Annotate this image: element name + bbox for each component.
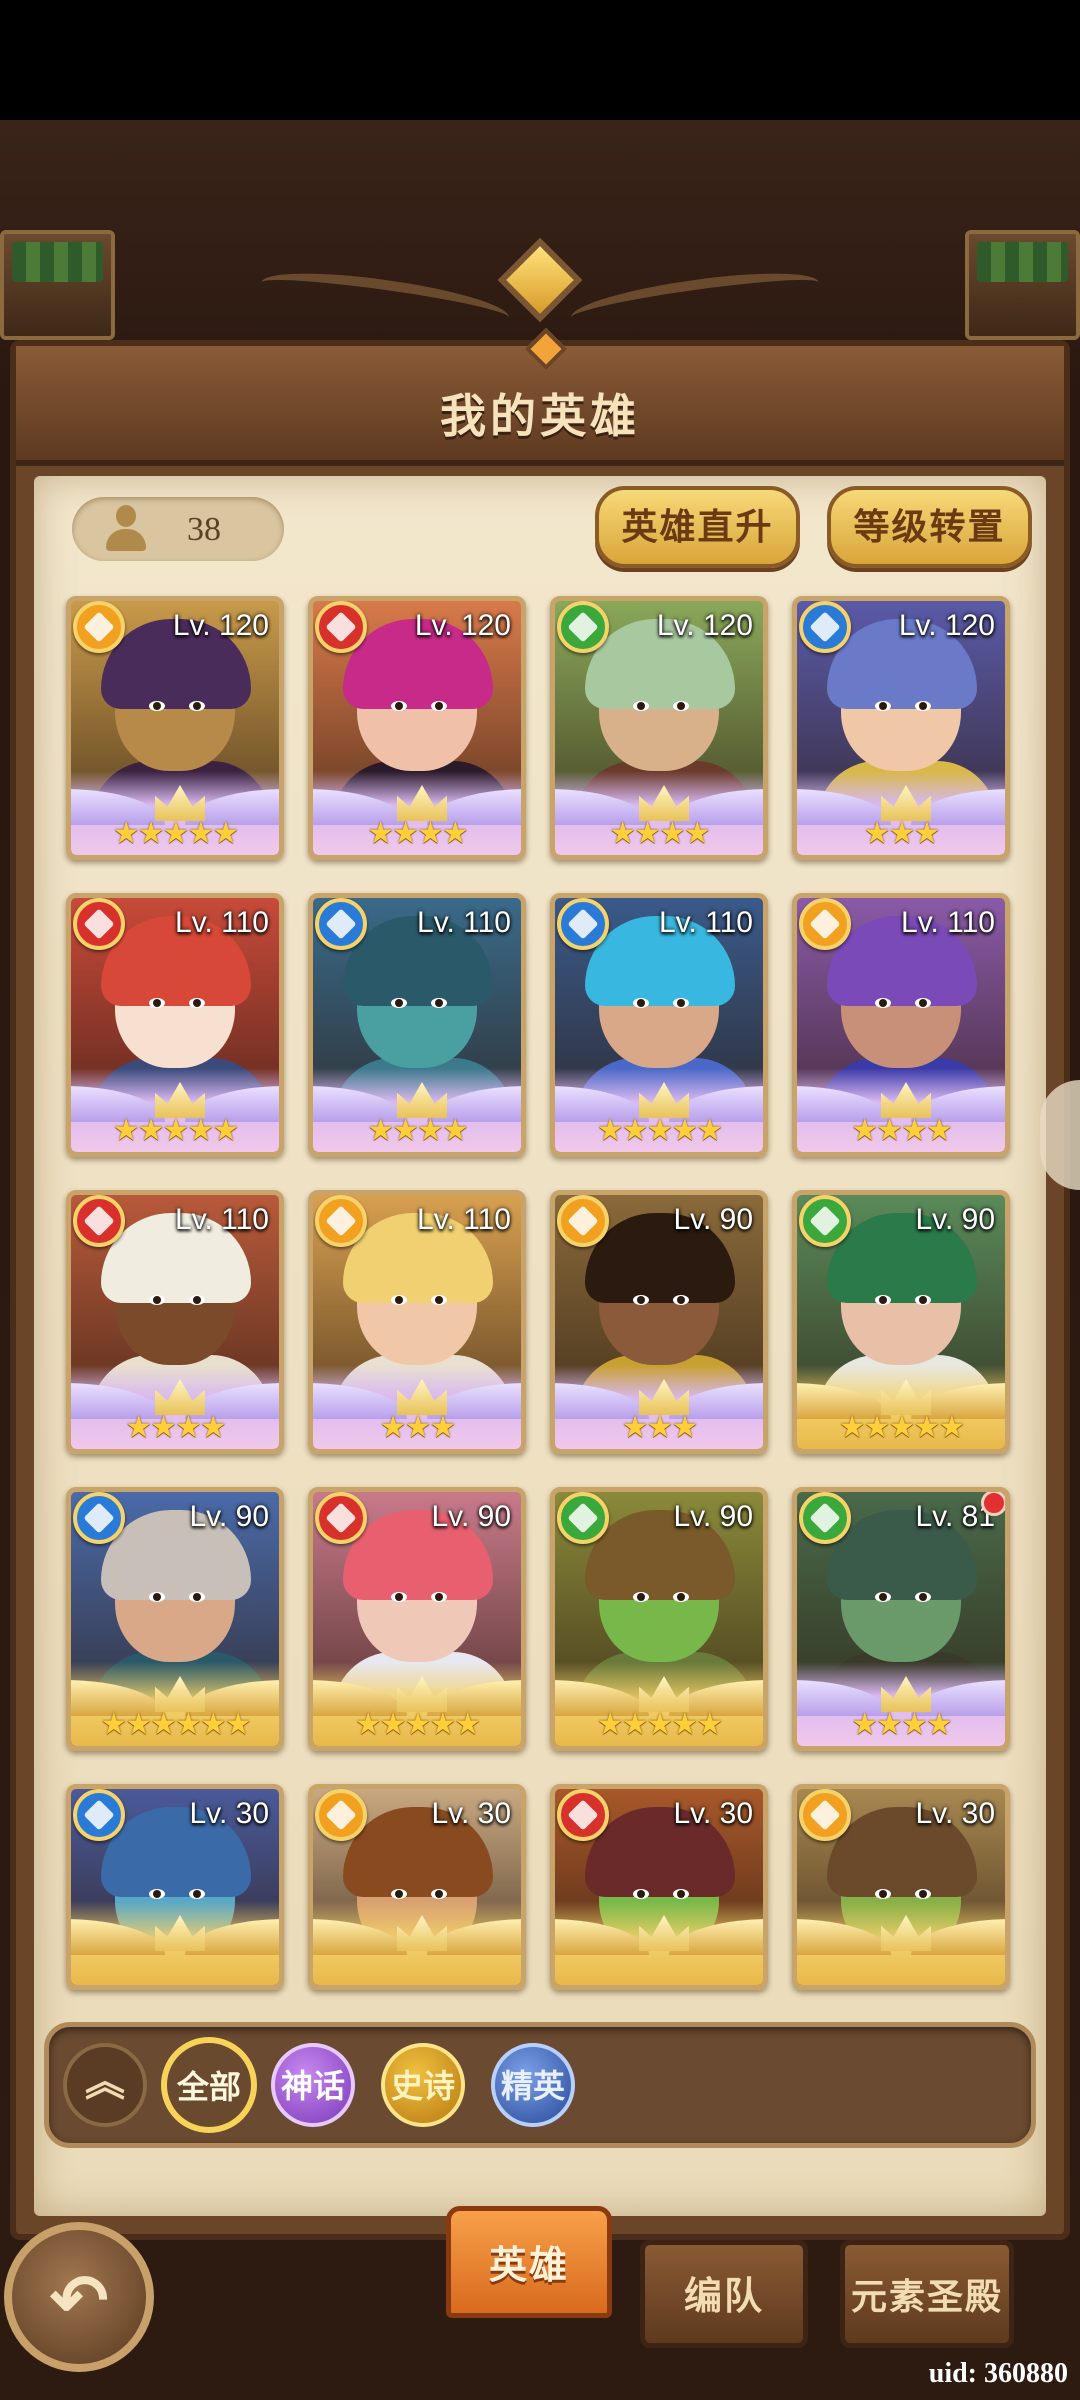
hero-level: Lv. 30 (915, 1797, 996, 1830)
hero-level: Lv. 110 (417, 906, 511, 939)
hero-count: 38 (187, 511, 221, 548)
star-rating: ★★★ (863, 817, 941, 850)
tab-team[interactable]: 编队 (640, 2240, 808, 2348)
hero-level: Lv. 90 (673, 1203, 754, 1236)
hero-card[interactable]: Lv. 30 (308, 1784, 526, 1990)
hero-level: Lv. 90 (673, 1500, 754, 1533)
water-element-icon (557, 898, 609, 950)
hero-level: Lv. 110 (659, 906, 753, 939)
star-rating: ★★★★ (367, 1114, 469, 1147)
title-bar: 我的英雄 (16, 327, 1064, 466)
hero-card[interactable]: Lv. 90 ★★★★★ (792, 1190, 1010, 1454)
hero-upgrade-button[interactable]: 英雄直升 (595, 486, 800, 568)
hero-level: Lv. 110 (417, 1203, 511, 1236)
status-bar-area (0, 0, 1080, 120)
hero-card[interactable]: Lv. 90 ★★★★★ (308, 1487, 526, 1751)
hero-level: Lv. 30 (431, 1797, 512, 1830)
hero-level: Lv. 120 (172, 609, 269, 642)
star-rating: ★★★★★ (596, 1114, 723, 1147)
hero-card[interactable]: Lv. 120 ★★★★★ (66, 596, 284, 860)
light-element-icon (799, 898, 851, 950)
water-element-icon (73, 1789, 125, 1841)
hero-count-badge: 38 (72, 497, 284, 561)
user-id: uid: 360880 (928, 2358, 1068, 2389)
light-element-icon (315, 1195, 367, 1247)
person-icon (102, 505, 150, 553)
star-rating: ★★★★ (125, 1411, 227, 1444)
tab-element-temple[interactable]: 元素圣殿 (840, 2240, 1014, 2348)
filter-mythic-button[interactable]: 神话 (271, 2043, 355, 2127)
light-element-icon (557, 1195, 609, 1247)
fire-element-icon (557, 1789, 609, 1841)
star-rating: ★★★★★ (354, 1708, 481, 1741)
collapse-chevrons-icon[interactable]: ︽ (63, 2043, 147, 2127)
star-rating: ★★★★ (851, 1708, 953, 1741)
hero-card[interactable]: Lv. 90 ★★★ (550, 1190, 768, 1454)
star-rating: ★★★★★ (112, 817, 239, 850)
hero-level: Lv. 120 (898, 609, 995, 642)
right-pillar-decoration (965, 230, 1080, 340)
hero-card[interactable]: Lv. 81 ★★★★ (792, 1487, 1010, 1751)
hero-level: Lv. 110 (175, 906, 269, 939)
back-arrow-icon: ↶ (50, 2261, 109, 2339)
hero-card[interactable]: Lv. 120 ★★★ (792, 596, 1010, 860)
fire-element-icon (73, 1195, 125, 1247)
hero-level: Lv. 30 (673, 1797, 754, 1830)
star-rating: ★★★★ (609, 817, 711, 850)
water-element-icon (799, 601, 851, 653)
level-transfer-button[interactable]: 等级转置 (827, 486, 1032, 568)
nature-element-icon (557, 1492, 609, 1544)
star-rating: ★★★★ (851, 1114, 953, 1147)
rarity-filter-bar: ︽ 全部 神话 史诗 精英 (44, 2022, 1036, 2148)
filter-elite-button[interactable]: 精英 (491, 2043, 575, 2127)
star-rating: ★★★★★ (112, 1114, 239, 1147)
hero-card[interactable]: Lv. 110 ★★★★ (792, 893, 1010, 1157)
page-title: 我的英雄 (440, 390, 640, 442)
light-element-icon (315, 1789, 367, 1841)
light-element-icon (799, 1789, 851, 1841)
hero-card[interactable]: Lv. 30 (66, 1784, 284, 1990)
water-element-icon (315, 898, 367, 950)
fire-element-icon (315, 601, 367, 653)
star-rating: ★★★★★★ (100, 1708, 251, 1741)
water-element-icon (73, 1492, 125, 1544)
hero-card[interactable]: Lv. 90 ★★★★★ (550, 1487, 768, 1751)
nature-element-icon (799, 1492, 851, 1544)
hero-level: Lv. 110 (175, 1203, 269, 1236)
hero-level: Lv. 30 (189, 1797, 270, 1830)
star-rating: ★★★★★ (596, 1708, 723, 1741)
tab-hero[interactable]: 英雄 (446, 2206, 612, 2318)
hero-card[interactable]: Lv. 110 ★★★★ (66, 1190, 284, 1454)
fire-element-icon (315, 1492, 367, 1544)
star-rating: ★★★ (621, 1411, 699, 1444)
star-rating: ★★★★ (367, 817, 469, 850)
hero-card[interactable]: Lv. 120 ★★★★ (308, 596, 526, 860)
hero-level: Lv. 90 (431, 1500, 512, 1533)
filter-all-button[interactable]: 全部 (161, 2037, 257, 2133)
nature-element-icon (799, 1195, 851, 1247)
hero-card[interactable]: Lv. 110 ★★★★ (308, 893, 526, 1157)
notification-dot-icon (981, 1492, 1005, 1516)
hero-card[interactable]: Lv. 120 ★★★★ (550, 596, 768, 860)
hero-level: Lv. 120 (656, 609, 753, 642)
hero-card[interactable]: Lv. 110 ★★★★★ (66, 893, 284, 1157)
hero-card[interactable]: Lv. 110 ★★★ (308, 1190, 526, 1454)
star-rating: ★★★★★ (838, 1411, 965, 1444)
hero-card[interactable]: Lv. 30 (792, 1784, 1010, 1990)
fire-element-icon (73, 898, 125, 950)
light-element-icon (73, 601, 125, 653)
hero-card[interactable]: Lv. 110 ★★★★★ (550, 893, 768, 1157)
filter-epic-button[interactable]: 史诗 (381, 2043, 465, 2127)
hero-level: Lv. 120 (414, 609, 511, 642)
hero-level: Lv. 90 (915, 1203, 996, 1236)
hero-card[interactable]: Lv. 90 ★★★★★★ (66, 1487, 284, 1751)
hero-card[interactable]: Lv. 30 (550, 1784, 768, 1990)
back-button[interactable]: ↶ (4, 2222, 154, 2372)
nature-element-icon (557, 601, 609, 653)
left-pillar-decoration (0, 230, 115, 340)
hero-level: Lv. 90 (189, 1500, 270, 1533)
hero-level: Lv. 110 (901, 906, 995, 939)
star-rating: ★★★ (379, 1411, 457, 1444)
